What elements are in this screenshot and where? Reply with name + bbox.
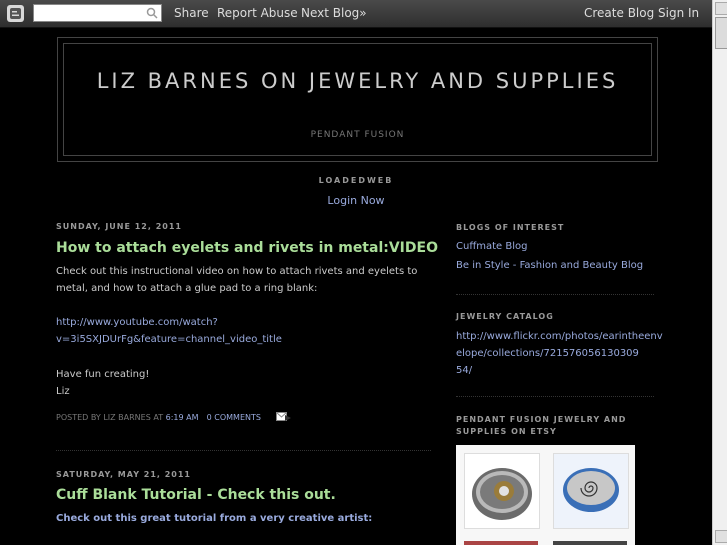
- jewelry-catalog-heading: JEWELRY CATALOG: [456, 312, 554, 321]
- blog-header: LIZ BARNES ON JEWELRY AND SUPPLIES PENDA…: [57, 37, 658, 162]
- scroll-down-arrow-icon[interactable]: [715, 530, 727, 543]
- etsy-widget[interactable]: [456, 445, 635, 545]
- post-video-link-line1[interactable]: http://www.youtube.com/watch?: [56, 314, 431, 331]
- blog-link-cuffmate[interactable]: Cuffmate Blog: [456, 238, 527, 255]
- post-body-text[interactable]: Check out this great tutorial from a ver…: [56, 510, 431, 527]
- post-signature: Liz: [56, 386, 70, 397]
- search-input[interactable]: [33, 4, 162, 22]
- etsy-item-image-partial[interactable]: [464, 541, 538, 545]
- blogs-of-interest-heading: BLOGS OF INTEREST: [456, 223, 565, 232]
- etsy-heading-line2: SUPPLIES ON ETSY: [456, 427, 557, 436]
- blog-link-be-in-style[interactable]: Be in Style - Fashion and Beauty Blog: [456, 257, 643, 274]
- post-date: SATURDAY, MAY 21, 2011: [56, 470, 191, 479]
- post-divider: [56, 450, 431, 451]
- share-link[interactable]: Share: [174, 6, 209, 20]
- post-title[interactable]: Cuff Blank Tutorial - Check this out.: [56, 487, 336, 503]
- post-closing-line1: Have fun creating!: [56, 369, 150, 380]
- catalog-link-line1[interactable]: http://www.flickr.com/photos/earintheenv: [456, 328, 663, 345]
- blog-header-inner: LIZ BARNES ON JEWELRY AND SUPPLIES PENDA…: [63, 43, 652, 156]
- post-video-link-line2[interactable]: v=3i5SXJDUrFg&feature=channel_video_titl…: [56, 331, 431, 348]
- blogger-navbar: Share Report Abuse Next Blog» Create Blo…: [0, 0, 712, 28]
- post-author: POSTED BY LIZ BARNES AT: [56, 413, 164, 422]
- post-title[interactable]: How to attach eyelets and rivets in meta…: [56, 240, 438, 256]
- email-post-icon[interactable]: [276, 412, 292, 422]
- scroll-thumb[interactable]: [715, 17, 727, 49]
- etsy-heading-line1: PENDANT FUSION JEWELRY AND: [456, 415, 627, 424]
- post-footer: POSTED BY LIZ BARNES AT 6:19 AM 0 COMMEN…: [56, 412, 292, 422]
- scroll-up-arrow-icon[interactable]: [715, 2, 727, 15]
- vertical-scrollbar[interactable]: [712, 0, 727, 545]
- blog-description: PENDANT FUSION: [310, 130, 405, 140]
- catalog-link-line2[interactable]: elope/collections/721576056130309: [456, 345, 663, 362]
- post-body-text: Check out this instructional video on ho…: [56, 266, 418, 294]
- etsy-item-image-partial[interactable]: [553, 541, 627, 545]
- sidebar-divider: [456, 396, 654, 397]
- post-video-link[interactable]: http://www.youtube.com/watch? v=3i5SXJDU…: [56, 314, 431, 348]
- next-blog-link[interactable]: Next Blog»: [301, 6, 367, 20]
- post-closing: Have fun creating! Liz: [56, 366, 431, 400]
- post-date: SUNDAY, JUNE 12, 2011: [56, 222, 182, 231]
- catalog-link-line3[interactable]: 54/: [456, 362, 663, 379]
- post-timestamp-link[interactable]: 6:19 AM: [166, 413, 199, 422]
- etsy-item-spiral-cuff-image[interactable]: [553, 453, 629, 529]
- sidebar-divider: [456, 294, 654, 295]
- catalog-link[interactable]: http://www.flickr.com/photos/earintheenv…: [456, 328, 663, 379]
- blogger-logo[interactable]: [7, 5, 24, 22]
- login-link[interactable]: Login Now: [0, 194, 712, 207]
- etsy-heading: PENDANT FUSION JEWELRY AND SUPPLIES ON E…: [456, 414, 626, 438]
- comments-link[interactable]: 0 COMMENTS: [207, 413, 261, 422]
- search-icon[interactable]: [146, 7, 158, 19]
- blog-title[interactable]: LIZ BARNES ON JEWELRY AND SUPPLIES: [64, 66, 651, 97]
- etsy-item-cuff-image[interactable]: [464, 453, 540, 529]
- blogger-icon: [10, 8, 21, 19]
- create-blog-link[interactable]: Create Blog: [584, 6, 654, 20]
- report-abuse-link[interactable]: Report Abuse: [217, 6, 298, 20]
- sign-in-link[interactable]: Sign In: [658, 6, 699, 20]
- loaded-label: LOADEDWEB: [318, 176, 394, 185]
